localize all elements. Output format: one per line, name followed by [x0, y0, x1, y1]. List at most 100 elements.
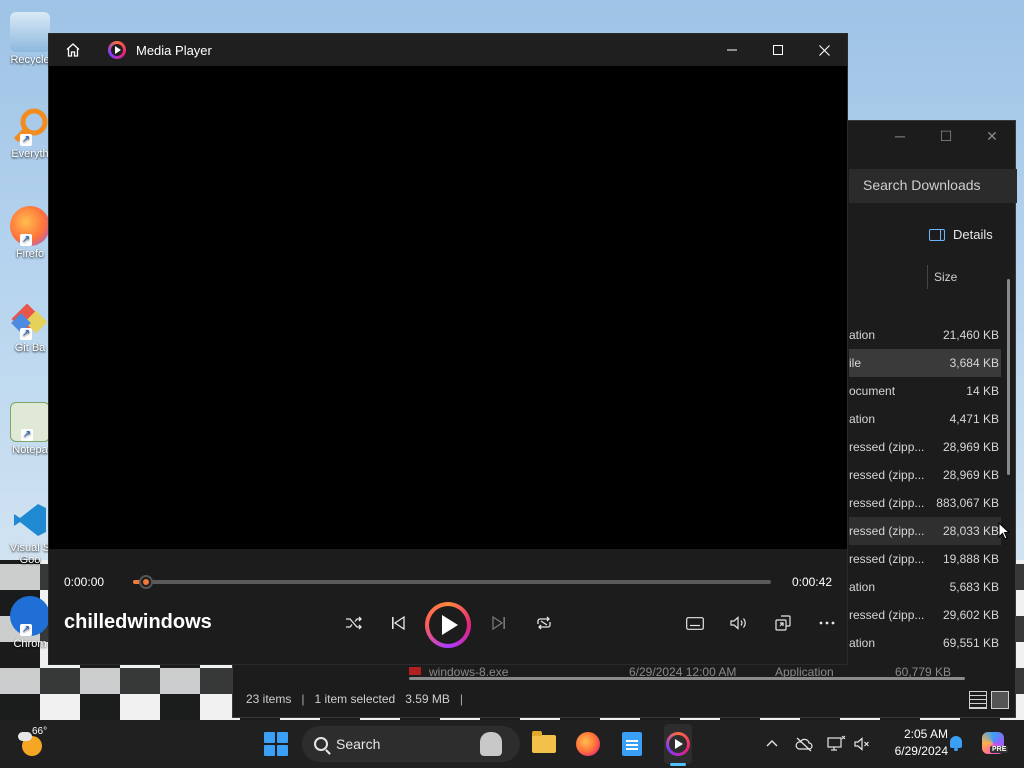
weather-temperature: 66°: [32, 726, 48, 737]
shortcut-arrow-icon: ↗: [20, 134, 32, 146]
file-row[interactable]: ocument 14 KB: [849, 377, 1001, 405]
repeat-icon: [537, 616, 551, 630]
taskbar-firefox[interactable]: [572, 728, 604, 760]
chevron-up-icon: [766, 740, 778, 747]
more-icon: [819, 621, 835, 625]
explorer-maximize-button[interactable]: ☐: [923, 121, 969, 151]
playback-controls: 0:00:00 0:00:42 chilledwindows: [49, 549, 847, 664]
minimize-button[interactable]: [709, 34, 755, 66]
network-icon: [827, 735, 846, 751]
search-icon: [314, 737, 328, 751]
windows-logo-icon: [264, 745, 275, 756]
windows-logo-icon: [264, 732, 275, 743]
column-header-size[interactable]: Size: [927, 265, 957, 289]
seek-bar[interactable]: [133, 575, 771, 589]
taskbar-search[interactable]: Search: [302, 726, 520, 762]
file-row[interactable]: ressed (zipp... 883,067 KB: [849, 489, 1001, 517]
clock-time: 2:05 AM: [903, 727, 948, 741]
copilot-preview-badge: PRE: [990, 746, 1009, 753]
explorer-minimize-button[interactable]: ─: [877, 121, 923, 151]
explorer-vertical-scrollbar[interactable]: [1007, 279, 1010, 475]
repeat-button[interactable]: [524, 599, 564, 647]
file-row[interactable]: ressed (zipp... 28,969 KB: [849, 461, 1001, 489]
play-button-inner: [429, 606, 467, 644]
taskbar-notepad[interactable]: [616, 728, 648, 760]
video-area[interactable]: [49, 66, 847, 549]
file-row[interactable]: ation 4,471 KB: [849, 405, 1001, 433]
shuffle-button[interactable]: [334, 599, 374, 647]
windows-logo-icon: [277, 732, 288, 743]
notepad-icon: ↗: [10, 402, 50, 442]
shortcut-arrow-icon: ↗: [20, 234, 32, 246]
explorer-close-button[interactable]: ✕: [969, 121, 1015, 151]
git-bash-icon: ↗: [10, 300, 50, 340]
details-pane-button[interactable]: Details: [929, 227, 993, 242]
current-time: 0:00:00: [64, 575, 105, 589]
notification-bell-icon[interactable]: [948, 734, 964, 752]
next-button[interactable]: [479, 599, 519, 647]
status-selection: 1 item selected: [314, 692, 396, 706]
miniplayer-icon: [775, 615, 791, 631]
close-button[interactable]: [801, 34, 847, 66]
seek-thumb[interactable]: [138, 575, 153, 589]
application-icon: [409, 667, 421, 675]
file-row[interactable]: ation 21,460 KB: [849, 321, 1001, 349]
next-icon: [492, 616, 505, 630]
more-options-button[interactable]: [807, 599, 847, 647]
file-row[interactable]: ation 5,683 KB: [849, 573, 1001, 601]
cloud-offline-icon: [795, 737, 813, 752]
cloud-icon: [18, 732, 32, 741]
captions-button[interactable]: [675, 599, 715, 647]
onedrive-button[interactable]: [794, 734, 814, 754]
status-selection-size: 3.59 MB: [405, 692, 450, 706]
volume-tray-button[interactable]: [852, 734, 872, 754]
play-button[interactable]: [425, 602, 471, 648]
explorer-status-bar: 23 items | 1 item selected 3.59 MB |: [233, 681, 1015, 717]
chrome-icon: ↗: [10, 596, 50, 636]
details-pane-icon: [929, 228, 945, 241]
file-row[interactable]: ressed (zipp... 29,602 KB: [849, 601, 1001, 629]
file-list: ation 21,460 KB ile 3,684 KB ocument 14 KB …: [849, 321, 1001, 657]
start-button[interactable]: [264, 732, 288, 756]
taskbar-file-explorer[interactable]: [528, 728, 560, 760]
maximize-button[interactable]: [755, 34, 801, 66]
search-highlight-icon: [480, 732, 502, 756]
folder-icon: [532, 731, 556, 753]
media-player-window: Media Player 0:00:00 0:00:42 chilledwind…: [48, 33, 848, 665]
network-button[interactable]: [826, 734, 846, 754]
firefox-icon: [576, 732, 600, 756]
file-row[interactable]: ressed (zipp... 28,969 KB: [849, 433, 1001, 461]
show-hidden-icons-button[interactable]: [762, 734, 782, 754]
large-icons-view-icon[interactable]: [991, 691, 1009, 709]
explorer-search-input[interactable]: Search Downloads: [849, 169, 1017, 203]
status-separator: |: [459, 692, 464, 706]
details-label: Details: [953, 227, 993, 242]
shortcut-arrow-icon: ↗: [21, 429, 33, 441]
clock-date: 6/29/2024: [894, 744, 948, 758]
explorer-horizontal-scrollbar[interactable]: [409, 677, 965, 680]
file-row-hover[interactable]: ressed (zipp... 28,033 KB: [849, 517, 1001, 545]
windows-logo-icon: [277, 745, 288, 756]
volume-muted-icon: [854, 737, 869, 751]
play-icon: [442, 615, 458, 635]
home-icon[interactable]: [65, 42, 81, 58]
status-item-count: 23 items: [246, 692, 292, 706]
view-toggle: [969, 691, 1009, 709]
file-row-selected[interactable]: ile 3,684 KB: [849, 349, 1001, 377]
file-row[interactable]: ation 69,551 KB: [849, 629, 1001, 657]
volume-button[interactable]: [719, 599, 759, 647]
everything-search-icon: ↗: [10, 106, 50, 146]
taskbar-search-label: Search: [336, 736, 381, 752]
miniplayer-button[interactable]: [763, 599, 803, 647]
weather-widget[interactable]: 66°: [18, 726, 48, 758]
shortcut-arrow-icon: ↗: [20, 624, 32, 636]
details-view-icon[interactable]: [969, 691, 987, 709]
taskbar-media-player[interactable]: [662, 728, 694, 760]
previous-button[interactable]: [378, 599, 418, 647]
media-player-logo-icon: [108, 41, 126, 59]
running-indicator: [670, 763, 686, 766]
file-row[interactable]: ressed (zipp... 19,888 KB: [849, 545, 1001, 573]
system-clock[interactable]: 2:05 AM 6/29/2024: [878, 726, 948, 760]
explorer-titlebar: ─ ☐ ✕: [855, 121, 1015, 151]
recycle-bin-icon: [10, 12, 50, 52]
